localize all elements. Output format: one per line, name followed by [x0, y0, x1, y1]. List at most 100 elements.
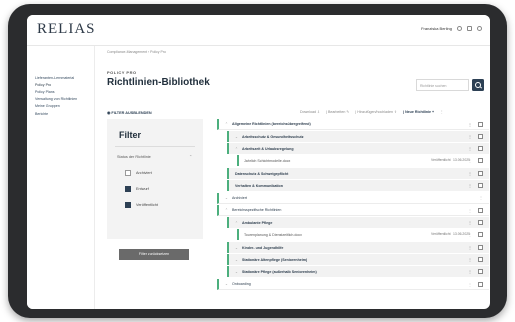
tree-row-bereichsspezifisch[interactable]: ⌃ Bereichsspezifische Richtlinien ⋮: [217, 205, 489, 216]
user-name[interactable]: Franziska Berling: [421, 26, 452, 31]
sidebar: Lieferanten-Lernmaterial Policy Pro Poli…: [27, 46, 95, 309]
tree-row-datenschutz[interactable]: Datenschutz & Schweigepflicht ⋮: [227, 168, 489, 179]
edit-button[interactable]: | Bearbeiten ✎: [326, 110, 349, 114]
filter-option-label: Entwurf: [136, 187, 149, 191]
download-button[interactable]: Download ⇩: [300, 110, 320, 114]
checkbox-veroeffentlicht[interactable]: [125, 202, 131, 208]
more-options-icon[interactable]: ⋮: [468, 257, 472, 262]
tree-row-label: Kinder- und Jugendhilfe: [242, 245, 284, 250]
row-actions: ⋮: [468, 208, 483, 213]
chevron-up-icon[interactable]: ⌃: [235, 147, 238, 151]
filter-option-archiviert[interactable]: Archiviert: [125, 170, 152, 176]
more-options-icon[interactable]: ⋮: [468, 208, 472, 213]
hide-filter-link[interactable]: ◉ FILTER AUSBLENDEN: [107, 110, 152, 115]
more-options-icon[interactable]: ⋮: [468, 183, 472, 188]
row-checkbox[interactable]: [478, 220, 483, 225]
row-checkbox[interactable]: [478, 158, 483, 163]
tree-row-document[interactable]: Jahrlich Schichtmodelle.docx Veröffentli…: [237, 155, 489, 166]
row-actions: ⋮: [468, 134, 483, 139]
upload-button[interactable]: | Hinzufügen/hochladen ⇧: [355, 110, 397, 114]
new-policy-button[interactable]: | Neue Richtlinie +: [403, 110, 434, 114]
more-options-icon[interactable]: ⋮: [440, 110, 444, 114]
sidebar-item-gruppen[interactable]: Meine Gruppen: [27, 103, 94, 110]
more-options-icon[interactable]: ⋮: [468, 134, 472, 139]
more-options-icon[interactable]: ⋮: [468, 269, 472, 274]
filter-option-veroeffentlicht[interactable]: Veröffentlicht: [125, 202, 158, 208]
more-options-icon[interactable]: ⋮: [479, 196, 483, 200]
tree-row-allgemein[interactable]: ⌃ Allgemeine Richtlinien (bereichsübergre…: [217, 119, 489, 130]
tree-row-arbeitsschutz[interactable]: ⌄ Arbeitsschutz & Gesundheitsschutz ⋮: [227, 131, 489, 142]
user-icon[interactable]: [457, 26, 462, 31]
chevron-down-icon[interactable]: ⌄: [225, 196, 228, 200]
checkbox-archiviert[interactable]: [125, 170, 131, 176]
search-button[interactable]: [472, 79, 484, 91]
download-label: Download: [300, 110, 316, 114]
row-actions: ⋮: [468, 232, 483, 237]
sidebar-item-policy-plans[interactable]: Policy Plans: [27, 88, 94, 95]
more-options-icon[interactable]: ⋮: [468, 282, 472, 287]
tree-row-arbeitszeit[interactable]: ⌃ Arbeitszeit & Urlaubsregelung ⋮: [227, 143, 489, 154]
row-actions: ⋮: [468, 257, 483, 262]
row-checkbox[interactable]: [478, 232, 483, 237]
row-checkbox[interactable]: [478, 146, 483, 151]
sidebar-item-berichte[interactable]: Berichte: [27, 110, 94, 117]
tree-row-label: Ambulante Pflege: [242, 220, 273, 225]
row-checkbox[interactable]: [478, 257, 483, 262]
document-name[interactable]: Jahrlich Schichtmodelle.docx: [244, 159, 290, 163]
chevron-up-icon[interactable]: ⌃: [225, 122, 228, 126]
chevron-down-icon[interactable]: ⌄: [235, 270, 238, 274]
document-status: Veröffentlicht: [431, 158, 451, 162]
row-checkbox[interactable]: [478, 122, 483, 127]
document-status: Veröffentlicht: [431, 232, 451, 236]
row-checkbox[interactable]: [478, 245, 483, 250]
tree-row-document[interactable]: Tourenplanung & Dienstzeitlich.docx Verö…: [237, 229, 489, 240]
tree-row-label: Stationäre Pflege (außerhalb Seniorenhei…: [242, 269, 317, 274]
tree-row-verhalten[interactable]: Verhalten & Kommunikation ⋮: [227, 180, 489, 191]
document-name[interactable]: Tourenplanung & Dienstzeitlich.docx: [244, 233, 302, 237]
chevron-down-icon[interactable]: ⌄: [235, 246, 238, 250]
row-checkbox[interactable]: [478, 134, 483, 139]
more-options-icon[interactable]: ⋮: [468, 171, 472, 176]
more-options-icon[interactable]: ⋮: [468, 146, 472, 151]
notifications-icon[interactable]: [467, 26, 472, 31]
sidebar-item-lernmaterial[interactable]: Lieferanten-Lernmaterial: [27, 74, 94, 81]
row-actions: ⋮: [468, 269, 483, 274]
row-checkbox[interactable]: [478, 183, 483, 188]
tree-row-label: Datenschutz & Schweigepflicht: [235, 171, 289, 176]
search-input[interactable]: Richtlinie suchen: [416, 79, 469, 91]
relias-logo[interactable]: RELIAS: [37, 21, 96, 38]
more-options-icon[interactable]: ⋮: [468, 122, 472, 127]
new-policy-label: Neue Richtlinie: [405, 110, 432, 114]
chevron-down-icon[interactable]: ⌄: [235, 135, 238, 139]
more-options-icon[interactable]: ⋮: [468, 245, 472, 250]
tree-row-label: Arbeitszeit & Urlaubsregelung: [242, 146, 294, 151]
sidebar-item-policy-pro[interactable]: Policy Pro: [27, 81, 94, 88]
chevron-up-icon[interactable]: ⌃: [235, 221, 238, 225]
row-checkbox[interactable]: [478, 208, 483, 213]
row-checkbox[interactable]: [478, 171, 483, 176]
breadcrumb[interactable]: Compliance-Management › Policy Pro: [107, 50, 166, 54]
chevron-up-icon[interactable]: ⌃: [225, 208, 228, 212]
sidebar-item-verwaltung[interactable]: Verwaltung von Richtlinien: [27, 96, 94, 103]
user-area: Franziska Berling: [421, 26, 482, 31]
reset-filter-button[interactable]: Filter zurücksetzen: [119, 249, 189, 260]
chevron-down-icon[interactable]: ⌄: [235, 258, 238, 262]
tree-row-ambulante-pflege[interactable]: ⌃ Ambulante Pflege ⋮: [227, 217, 489, 228]
help-icon[interactable]: [477, 26, 482, 31]
row-actions: ⋮: [468, 146, 483, 151]
more-options-icon[interactable]: ⋮: [468, 158, 472, 163]
more-options-icon[interactable]: ⋮: [468, 220, 472, 225]
tree-row-archiviert[interactable]: ⌄ Archiviert ⋮: [217, 193, 489, 204]
tree-row-stationaere-altenpflege[interactable]: ⌄ Stationäre Altenpflege (Seniorenheim) ⋮: [227, 254, 489, 265]
tree-row-stationaere-pflege[interactable]: ⌄ Stationäre Pflege (außerhalb Seniorenhe…: [227, 266, 489, 277]
tree-row-kinder-jugendhilfe[interactable]: ⌄ Kinder- und Jugendhilfe ⋮: [227, 242, 489, 253]
more-options-icon[interactable]: ⋮: [468, 232, 472, 237]
status-filter-label[interactable]: Status der Richtlinie: [117, 155, 151, 159]
checkbox-entwurf[interactable]: [125, 186, 131, 192]
chevron-down-icon[interactable]: ⌄: [225, 282, 228, 286]
chevron-up-icon[interactable]: ⌃: [189, 154, 192, 159]
row-checkbox[interactable]: [478, 282, 483, 287]
tree-row-onboarding[interactable]: ⌄ Onboarding ⋮: [217, 279, 489, 290]
row-checkbox[interactable]: [478, 269, 483, 274]
filter-option-entwurf[interactable]: Entwurf: [125, 186, 149, 192]
